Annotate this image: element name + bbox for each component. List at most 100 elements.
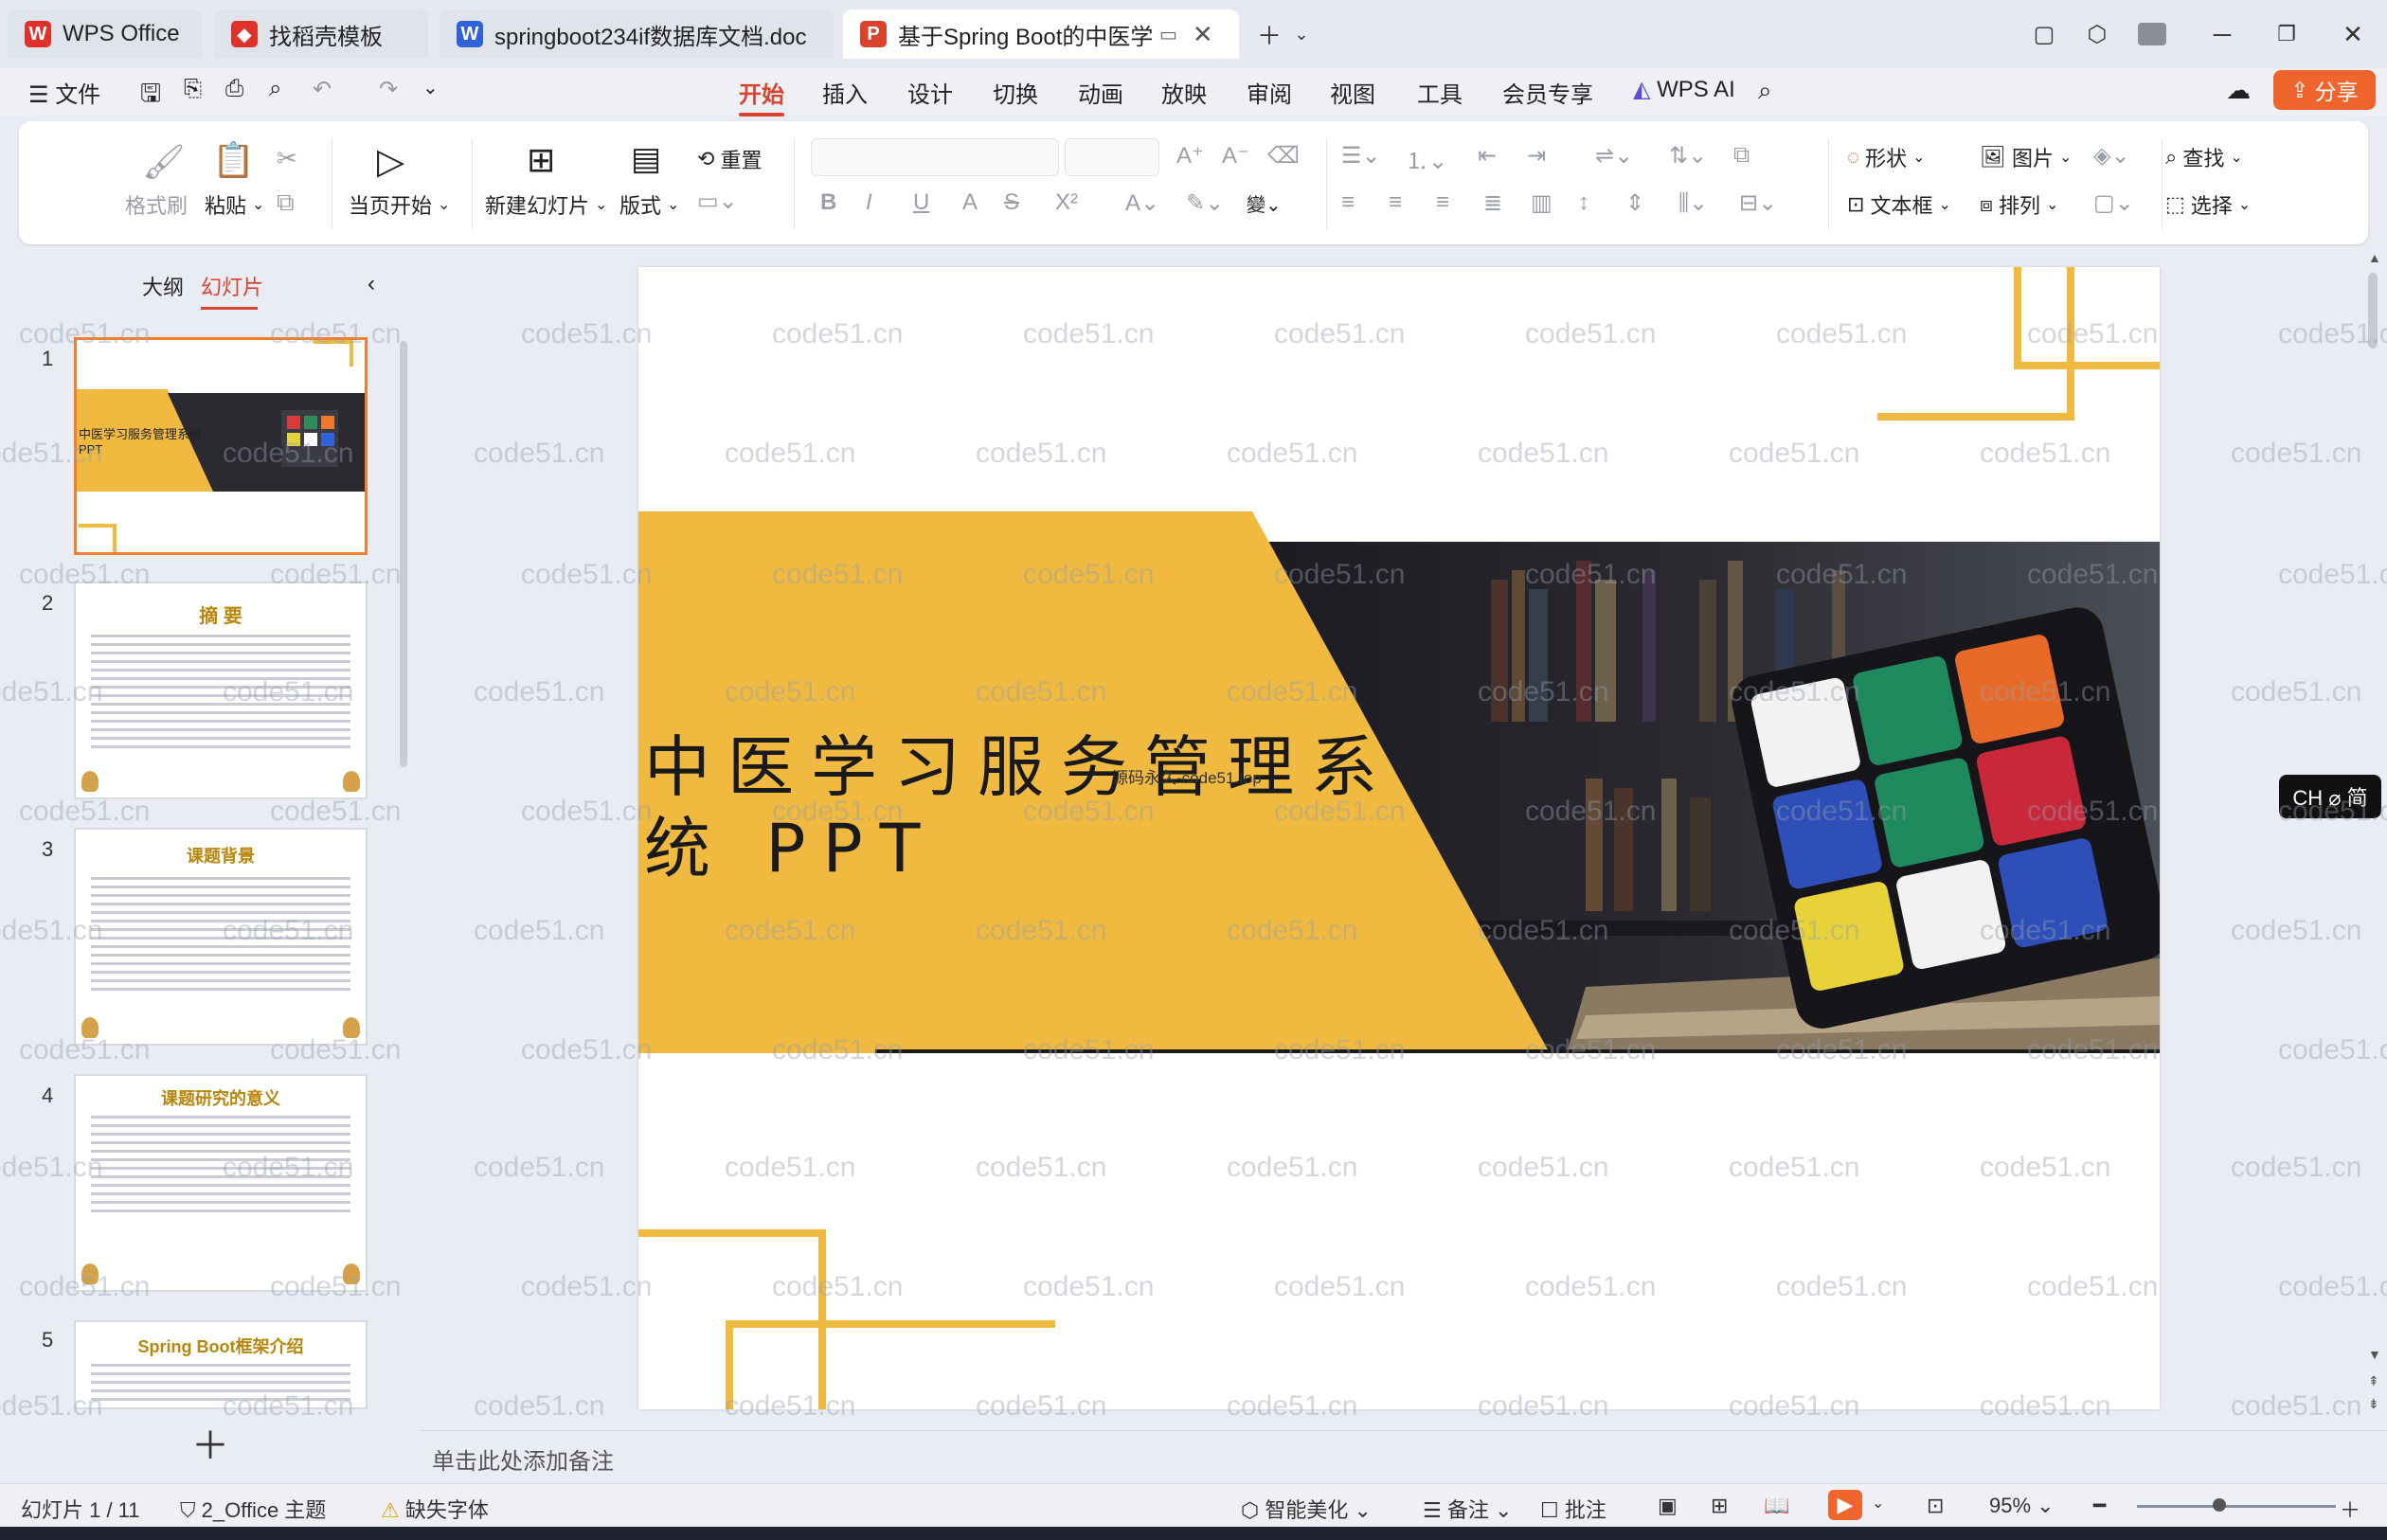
section-icon[interactable]: ▭⌄ — [697, 188, 738, 215]
menu-animation[interactable]: 动画 — [1078, 76, 1123, 109]
zoom-slider-thumb[interactable] — [2213, 1498, 2226, 1512]
underline-icon[interactable]: U — [913, 189, 929, 216]
slideshow-chevron-icon[interactable]: ⌄ — [1872, 1494, 1884, 1513]
increase-font-icon[interactable]: A⁺ — [1176, 142, 1204, 170]
scroll-thumb[interactable] — [2368, 273, 2378, 349]
bullet-list-icon[interactable]: ☰⌄ — [1341, 142, 1381, 170]
redo-icon[interactable]: ↷ — [379, 76, 398, 103]
menu-transition[interactable]: 切换 — [993, 76, 1038, 109]
undo-icon[interactable]: ↶ — [313, 76, 332, 103]
text-direction-icon[interactable]: ⇌⌄ — [1595, 142, 1633, 170]
slide-thumbnail-2[interactable]: 摘 要 — [74, 582, 368, 799]
sorter-view-icon[interactable]: ⊞ — [1711, 1494, 1728, 1518]
menu-view[interactable]: 视图 — [1330, 76, 1375, 109]
menu-insert[interactable]: 插入 — [822, 76, 868, 109]
panel-scrollbar[interactable] — [400, 341, 407, 767]
comments-toggle[interactable]: ☐ 批注 — [1540, 1494, 1606, 1524]
superscript-icon[interactable]: X² — [1055, 189, 1078, 216]
text-align-icon[interactable]: ⊟⌄ — [1739, 189, 1777, 217]
increase-indent-icon[interactable]: ⇥ — [1527, 142, 1546, 170]
cube-icon[interactable]: ⬡ — [2076, 13, 2118, 55]
pinyin-icon[interactable]: 變⌄ — [1247, 189, 1282, 217]
strikethrough-icon[interactable]: S — [1004, 189, 1019, 216]
find-button[interactable]: ⌕ 查找 ⌄ — [2165, 142, 2243, 172]
tab-slides[interactable]: 幻灯片 — [201, 271, 263, 310]
paragraph-spacing-icon[interactable]: ⇕ — [1625, 189, 1644, 217]
slide-thumbnail-5[interactable]: Spring Boot框架介绍 — [74, 1320, 368, 1409]
canvas-scrollbar[interactable]: ▲ ▼ ⇞ ⇟ — [2364, 248, 2381, 1423]
menu-slideshow[interactable]: 放映 — [1161, 76, 1207, 109]
missing-font-button[interactable]: ⚠ 缺失字体 — [381, 1494, 489, 1524]
bold-icon[interactable]: B — [820, 189, 836, 216]
prev-slide-icon[interactable]: ⇞ — [2368, 1373, 2379, 1389]
beautify-button[interactable]: ⬡ 智能美化 ⌄ — [1241, 1494, 1372, 1524]
scroll-up-icon[interactable]: ▲ — [2368, 250, 2381, 265]
restore-icon[interactable]: ❐ — [2266, 13, 2307, 55]
close-window-icon[interactable]: ✕ — [2332, 13, 2374, 55]
window-layout-icon[interactable]: ▢ — [2023, 13, 2065, 55]
print-icon[interactable]: ⎙ — [225, 76, 243, 102]
reset-button[interactable]: ⟲ 重置 — [697, 144, 762, 174]
tab-list-chevron-icon[interactable]: ⌄ — [1281, 13, 1322, 55]
picture-button[interactable]: 🖼 图片 ⌄ — [1980, 142, 2072, 172]
paste-button[interactable]: 粘贴 ⌄ — [205, 189, 264, 220]
close-tab-icon[interactable]: ✕ — [1193, 20, 1213, 49]
slide-thumbnail-1[interactable]: 中医学习服务管理系统 PPT — [74, 337, 368, 555]
align-center-icon[interactable]: ≡ — [1389, 189, 1402, 216]
cut-icon[interactable]: ✂ — [277, 144, 297, 173]
fill-icon[interactable]: ◈⌄ — [2093, 142, 2130, 170]
highlight-icon[interactable]: ✎⌄ — [1186, 189, 1224, 217]
fit-window-icon[interactable]: ⊡ — [1927, 1494, 1944, 1518]
quick-access-chevron-icon[interactable]: ⌄ — [422, 76, 439, 99]
font-size-combo[interactable] — [1065, 138, 1159, 176]
ime-indicator[interactable]: CH ⌀ 简 — [2279, 775, 2381, 818]
normal-view-icon[interactable]: ▣ — [1658, 1494, 1678, 1518]
avatar[interactable] — [2131, 13, 2173, 55]
textbox-button[interactable]: ⊡ 文本框 ⌄ — [1847, 189, 1951, 220]
sort-icon[interactable]: ⇅⌄ — [1669, 142, 1707, 170]
columns-icon[interactable]: ⫼⌄ — [1678, 189, 1708, 217]
tab-wps-office[interactable]: W WPS Office — [8, 9, 203, 59]
copy-icon[interactable]: ⧉ — [277, 188, 295, 218]
shadow-text-icon[interactable]: A — [962, 189, 978, 216]
decrease-indent-icon[interactable]: ⇤ — [1478, 142, 1497, 170]
menu-tools[interactable]: 工具 — [1417, 76, 1463, 109]
line-spacing-icon[interactable]: ↕ — [1578, 189, 1589, 216]
shape-button[interactable]: ◌ 形状 ⌄ — [1847, 142, 1926, 172]
new-slide-button[interactable]: 新建幻灯片 ⌄ — [485, 189, 607, 220]
notes-pane[interactable]: 单击此处添加备注 — [419, 1430, 2387, 1483]
format-painter-button[interactable]: 格式刷 — [125, 189, 188, 220]
menu-design[interactable]: 设计 — [907, 76, 953, 109]
play-current-button[interactable]: 当页开始 ⌄ — [349, 189, 450, 220]
cloud-upload-icon[interactable]: ☁ — [2226, 76, 2251, 105]
arrange-button[interactable]: ⧈ 排列 ⌄ — [1980, 189, 2058, 220]
align-left-icon[interactable]: ≡ — [1341, 189, 1355, 216]
theme-button[interactable]: ⛉ 2_Office 主题 — [180, 1494, 326, 1524]
print-preview-icon[interactable]: ⌕ — [269, 76, 281, 102]
zoom-level[interactable]: 95% ⌄ — [1989, 1494, 2055, 1518]
notes-toggle[interactable]: ☰ 备注 ⌄ — [1423, 1494, 1512, 1524]
add-slide-icon[interactable]: ＋ — [191, 1415, 229, 1470]
minimize-icon[interactable]: ─ — [2201, 13, 2243, 55]
slide-thumbnail-3[interactable]: 课题背景 — [74, 828, 368, 1046]
select-button[interactable]: ⬚ 选择 ⌄ — [2165, 189, 2251, 220]
tab-doc-file[interactable]: W springboot234if数据库文档.doc — [440, 9, 834, 59]
font-color-icon[interactable]: A⌄ — [1125, 189, 1159, 217]
layout-button[interactable]: 版式 ⌄ — [619, 189, 679, 220]
italic-icon[interactable]: I — [866, 189, 872, 216]
scroll-down-icon[interactable]: ▼ — [2368, 1347, 2381, 1362]
menu-home[interactable]: 开始 — [739, 76, 784, 116]
tab-ppt-active[interactable]: P 基于Spring Boot的中医学习 ▭ ✕ — [843, 9, 1239, 59]
align-right-icon[interactable]: ≡ — [1436, 189, 1449, 216]
slide-title[interactable]: 中医学习服务管理系 统 PPT — [644, 726, 1394, 889]
distribute-icon[interactable]: ▥ — [1531, 189, 1552, 217]
slide-thumbnail-4[interactable]: 课题研究的意义 — [74, 1074, 368, 1292]
next-slide-icon[interactable]: ⇟ — [2368, 1396, 2379, 1412]
numbered-list-icon[interactable]: ⒈⌄ — [1406, 142, 1447, 175]
zoom-out-icon[interactable]: ━ — [2093, 1494, 2106, 1518]
slideshow-play-icon[interactable]: ▶ — [1828, 1490, 1862, 1520]
clear-format-icon[interactable]: ⌫ — [1267, 142, 1300, 170]
search-icon[interactable]: ⌕ — [1758, 76, 1772, 106]
justify-icon[interactable]: ≣ — [1483, 189, 1502, 217]
tab-outline[interactable]: 大纲 — [142, 271, 184, 301]
